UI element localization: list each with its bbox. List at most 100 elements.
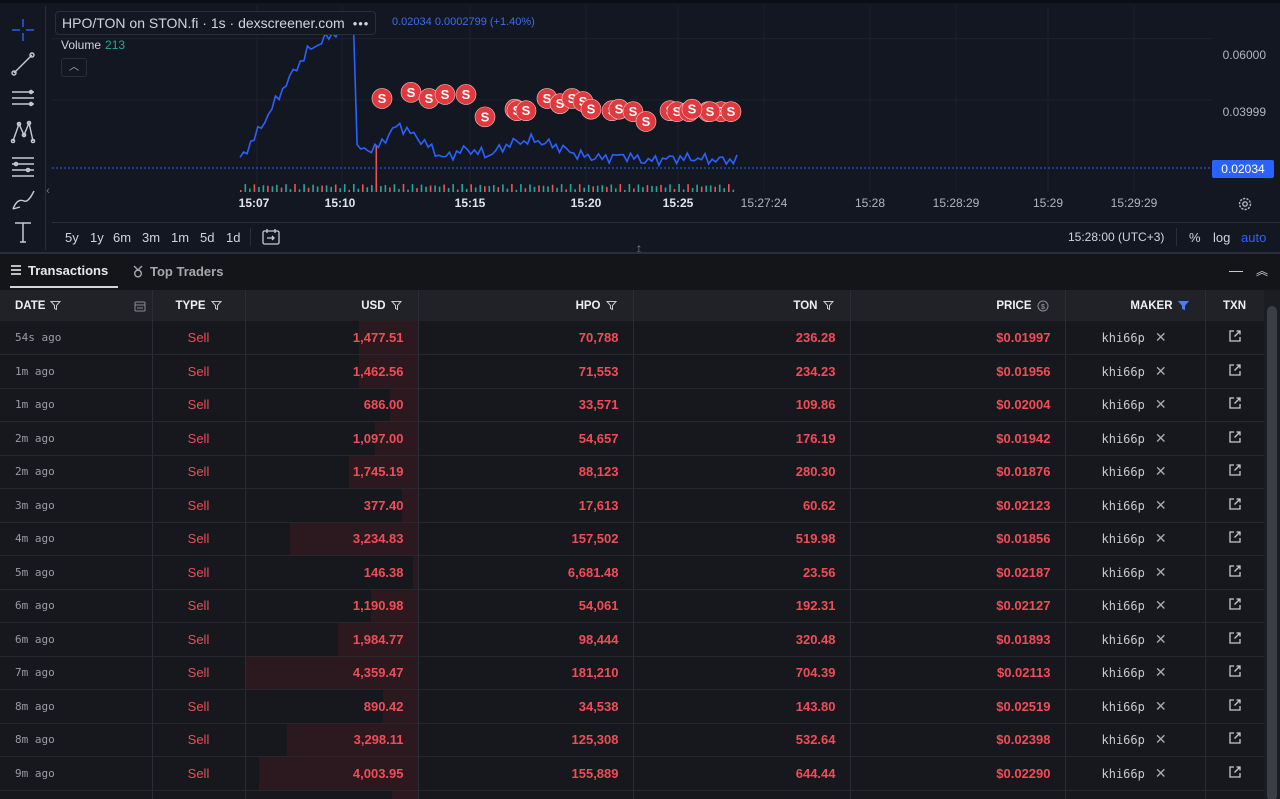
maker-address[interactable]: khi66p	[1102, 566, 1145, 580]
remove-filter-icon[interactable]: ✕	[1155, 664, 1167, 680]
maker-address[interactable]: khi66p	[1102, 465, 1145, 479]
table-row[interactable]: 2m ago Sell 1,745.19 88,123 280.30 $0.01876 kh…	[0, 455, 1265, 489]
column-header-maker[interactable]: MAKER	[1065, 290, 1206, 321]
table-row[interactable]: 7m ago Sell 4,359.47 181,210 704.39 $0.02113 k…	[0, 656, 1265, 690]
remove-filter-icon[interactable]: ✕	[1155, 396, 1167, 412]
table-row[interactable]: 8m ago Sell 890.42 34,538 143.80 $0.02519 khi6…	[0, 689, 1265, 724]
table-row[interactable]: 5m ago Sell 146.38 6,681.48 23.56 $0.02187 khi…	[0, 555, 1265, 590]
range-1m-button[interactable]: 1m	[171, 230, 189, 245]
currency-toggle-icon[interactable]: $	[1037, 300, 1049, 312]
tab-transactions[interactable]: Transactions	[10, 254, 119, 288]
remove-filter-icon[interactable]: ✕	[1155, 564, 1167, 580]
crosshair-tool-icon[interactable]	[9, 16, 37, 44]
table-row[interactable]: 54s ago Sell 1,477.51 70,788 236.28 $0.01997 k…	[0, 321, 1265, 355]
remove-filter-icon[interactable]: ✕	[1155, 497, 1167, 513]
table-row[interactable]: 9m ago Sell 4,003.95 155,889 644.44 $0.02290 k…	[0, 756, 1265, 791]
remove-filter-icon[interactable]: ✕	[1155, 430, 1167, 446]
horizontal-lines-tool-icon[interactable]	[9, 84, 37, 112]
remove-filter-icon[interactable]: ✕	[1155, 329, 1167, 345]
external-link-icon[interactable]	[1228, 664, 1242, 678]
maker-address[interactable]: khi66p	[1102, 499, 1145, 513]
filter-icon[interactable]	[50, 300, 62, 311]
range-6m-button[interactable]: 6m	[113, 230, 131, 245]
expand-panel-button[interactable]: ︽	[1256, 262, 1268, 279]
maker-address[interactable]: khi66p	[1102, 365, 1145, 379]
external-link-icon[interactable]	[1228, 430, 1242, 444]
remove-filter-icon[interactable]: ✕	[1155, 765, 1167, 781]
calendar-icon[interactable]	[134, 300, 146, 312]
remove-filter-icon[interactable]: ✕	[1155, 597, 1167, 613]
external-link-icon[interactable]	[1228, 363, 1242, 377]
external-link-icon[interactable]	[1228, 497, 1242, 511]
maker-address[interactable]: khi66p	[1102, 733, 1145, 747]
range-3m-button[interactable]: 3m	[142, 230, 160, 245]
scrollbar-thumb[interactable]	[1267, 306, 1277, 799]
external-link-icon[interactable]	[1228, 564, 1242, 578]
remove-filter-icon[interactable]: ✕	[1155, 530, 1167, 546]
column-header-hpo[interactable]: HPO	[418, 290, 634, 321]
maker-address[interactable]: khi66p	[1102, 532, 1145, 546]
range-5y-button[interactable]: 5y	[65, 230, 79, 245]
range-1y-button[interactable]: 1y	[90, 230, 104, 245]
brush-tool-icon[interactable]	[9, 186, 37, 214]
go-to-date-icon[interactable]	[261, 227, 281, 247]
pattern-tool-icon[interactable]	[9, 118, 37, 146]
range-1d-button[interactable]: 1d	[226, 230, 240, 245]
trend-line-tool-icon[interactable]	[9, 50, 37, 78]
column-header-type[interactable]: TYPE	[152, 290, 246, 321]
remove-filter-icon[interactable]: ✕	[1155, 731, 1167, 747]
column-header-price[interactable]: PRICE $	[850, 290, 1066, 321]
maker-address[interactable]: khi66p	[1102, 633, 1145, 647]
table-row[interactable]: 1m ago Sell 1,462.56 71,553 234.23 $0.01956 kh…	[0, 354, 1265, 389]
table-row[interactable]: 4m ago Sell 3,234.83 157,502 519.98 $0.01856 k…	[0, 522, 1265, 556]
tab-top-traders[interactable]: Top Traders	[132, 254, 223, 288]
external-link-icon[interactable]	[1228, 530, 1242, 544]
text-tool-icon[interactable]	[9, 218, 37, 246]
column-header-usd[interactable]: USD	[245, 290, 419, 321]
legend-collapse-button[interactable]: ︿	[61, 58, 87, 77]
filter-icon[interactable]	[605, 300, 617, 311]
collapse-toolbar-button[interactable]: ‹	[44, 181, 52, 201]
table-row[interactable]: 9m agoSell661.6025,760106.40$0.02526khi6…	[0, 790, 1265, 799]
external-link-icon[interactable]	[1228, 463, 1242, 477]
table-row[interactable]: 8m ago Sell 3,298.11 125,308 532.64 $0.02398 k…	[0, 723, 1265, 757]
maker-address[interactable]: khi66p	[1102, 767, 1145, 781]
external-link-icon[interactable]	[1228, 731, 1242, 745]
filter-icon[interactable]	[210, 300, 222, 311]
table-row[interactable]: 3m ago Sell 377.40 17,613 60.62 $0.02123 khi66…	[0, 488, 1265, 523]
percent-scale-button[interactable]: %	[1189, 230, 1201, 245]
external-link-icon[interactable]	[1228, 396, 1242, 410]
maker-address[interactable]: khi66p	[1102, 331, 1145, 345]
remove-filter-icon[interactable]: ✕	[1155, 631, 1167, 647]
chart-clock[interactable]: 15:28:00 (UTC+3)	[1068, 230, 1164, 244]
column-header-date[interactable]: DATE	[0, 290, 153, 321]
maker-address[interactable]: khi66p	[1102, 700, 1145, 714]
column-header-ton[interactable]: TON	[633, 290, 851, 321]
minimize-panel-button[interactable]: —	[1229, 262, 1243, 278]
auto-scale-button[interactable]: auto	[1241, 230, 1266, 245]
external-link-icon[interactable]	[1228, 329, 1242, 343]
fib-tool-icon[interactable]	[9, 152, 37, 180]
external-link-icon[interactable]	[1228, 698, 1242, 712]
external-link-icon[interactable]	[1228, 631, 1242, 645]
range-5d-button[interactable]: 5d	[200, 230, 214, 245]
remove-filter-icon[interactable]: ✕	[1155, 363, 1167, 379]
maker-address[interactable]: khi66p	[1102, 398, 1145, 412]
filter-icon[interactable]	[390, 300, 402, 311]
table-row[interactable]: 1m ago Sell 686.00 33,571 109.86 $0.02004 khi6…	[0, 388, 1265, 422]
filter-active-icon[interactable]	[1177, 300, 1189, 311]
maker-address[interactable]: khi66p	[1102, 599, 1145, 613]
table-row[interactable]: 6m ago Sell 1,190.98 54,061 192.31 $0.02127 kh…	[0, 589, 1265, 623]
log-scale-button[interactable]: log	[1213, 230, 1230, 245]
table-row[interactable]: 2m ago Sell 1,097.00 54,657 176.19 $0.01942 kh…	[0, 421, 1265, 456]
table-scrollbar[interactable]	[1264, 290, 1280, 799]
remove-filter-icon[interactable]: ✕	[1155, 698, 1167, 714]
price-chart[interactable]: SSSSSSSSSSSSSSSSSSSSSSSSSS	[52, 6, 1280, 250]
table-row[interactable]: 6m ago Sell 1,984.77 98,444 320.48 $0.01893 kh…	[0, 622, 1265, 657]
maker-address[interactable]: khi66p	[1102, 432, 1145, 446]
filter-icon[interactable]	[822, 300, 834, 311]
chart-settings-gear-icon[interactable]	[1237, 196, 1253, 212]
maker-address[interactable]: khi66p	[1102, 666, 1145, 680]
more-options-icon[interactable]: •••	[353, 16, 370, 31]
external-link-icon[interactable]	[1228, 597, 1242, 611]
